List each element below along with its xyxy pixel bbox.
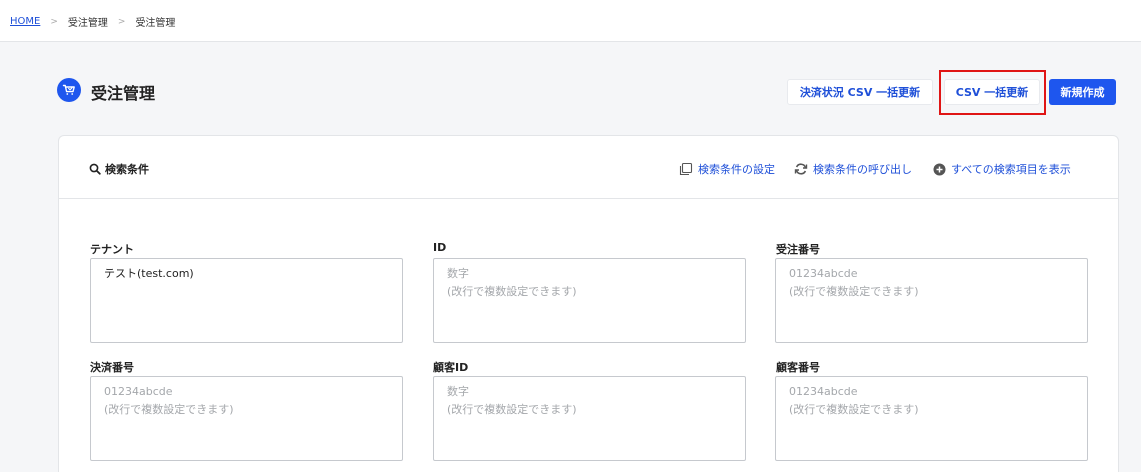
copy-icon (679, 162, 693, 176)
top-bar: HOME > 受注管理 > 受注管理 (0, 0, 1141, 42)
search-icon (89, 163, 101, 175)
id-field[interactable] (433, 258, 746, 343)
breadcrumb-item-order-management: 受注管理 (67, 18, 108, 29)
tenant-field[interactable]: テスト(test.com) (90, 258, 403, 343)
customer-id-label: 顧客ID (433, 361, 469, 374)
show-all-fields-label: すべての検索項目を表示 (951, 163, 1071, 176)
recall-search-link[interactable]: 検索条件の呼び出し (794, 161, 912, 177)
order-number-field[interactable] (775, 258, 1088, 343)
cart-icon (57, 78, 81, 102)
page-title: 受注管理 (91, 84, 156, 103)
breadcrumb-separator: > (117, 16, 126, 27)
search-panel-header: 検索条件 検索条件の設定 検索条件の呼び出し すべての検索項目を表示 (59, 136, 1118, 199)
payment-number-field[interactable] (90, 376, 403, 461)
tenant-label: テナント (90, 243, 134, 256)
payment-status-csv-update-button[interactable]: 決済状況 CSV 一括更新 (787, 79, 933, 105)
search-title-label: 検索条件 (105, 163, 149, 176)
refresh-icon (794, 163, 808, 175)
search-settings-link[interactable]: 検索条件の設定 (679, 161, 775, 177)
search-panel: 検索条件 検索条件の設定 検索条件の呼び出し すべての検索項目を表示 テナント … (58, 135, 1119, 472)
show-all-fields-link[interactable]: すべての検索項目を表示 (933, 161, 1071, 177)
customer-number-field[interactable] (775, 376, 1088, 461)
search-conditions-heading: 検索条件 (89, 161, 149, 177)
recall-search-label: 検索条件の呼び出し (813, 163, 912, 176)
customer-number-label: 顧客番号 (776, 361, 820, 374)
breadcrumb-item-current: 受注管理 (135, 18, 176, 29)
payment-number-label: 決済番号 (90, 361, 134, 374)
highlight-box (939, 70, 1046, 115)
breadcrumb-home-link[interactable]: HOME (10, 16, 40, 27)
customer-id-field[interactable] (433, 376, 746, 461)
breadcrumb-separator: > (50, 16, 58, 27)
id-label: ID (433, 241, 447, 254)
plus-circle-icon (933, 163, 946, 175)
search-settings-label: 検索条件の設定 (698, 163, 775, 176)
new-create-button[interactable]: 新規作成 (1049, 79, 1116, 105)
order-number-label: 受注番号 (776, 243, 820, 256)
breadcrumb: HOME > 受注管理 > 受注管理 (10, 14, 175, 29)
